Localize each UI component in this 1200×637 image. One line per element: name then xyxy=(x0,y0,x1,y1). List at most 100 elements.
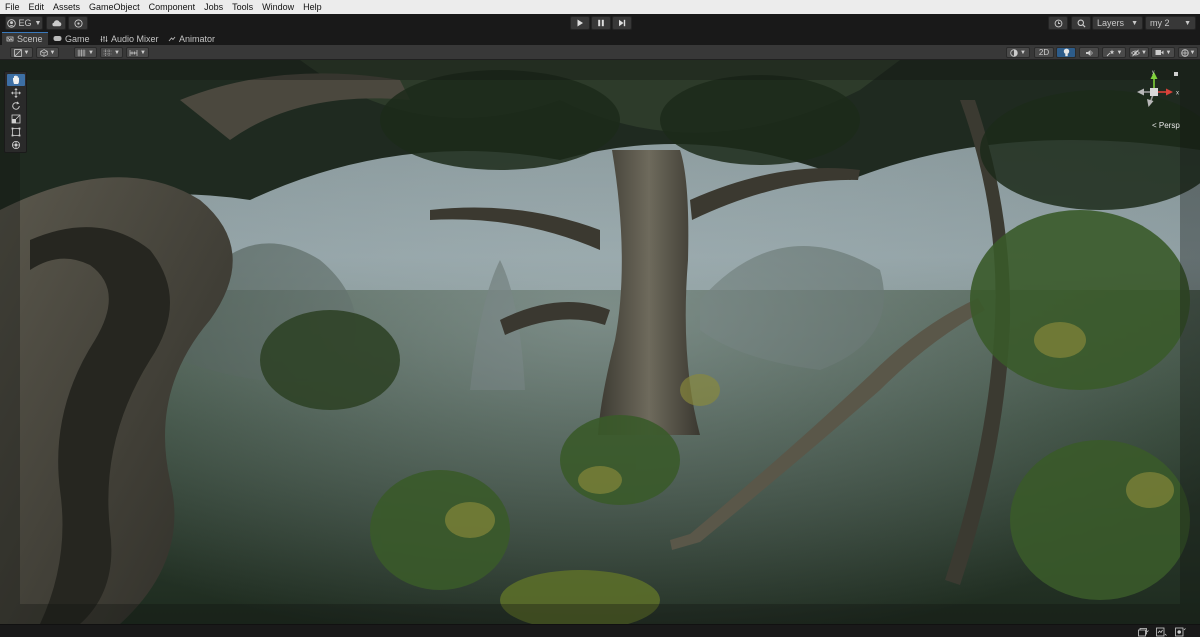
chevron-down-icon: ▼ xyxy=(23,49,30,56)
tab-animator[interactable]: Animator xyxy=(164,32,220,45)
gizmos-dropdown[interactable]: ▼ xyxy=(1178,47,1198,58)
tab-scene[interactable]: Scene xyxy=(2,32,48,45)
profiler-icon xyxy=(1156,627,1167,636)
orientation-gizmo[interactable]: y x xyxy=(1136,70,1186,122)
search-icon xyxy=(1077,19,1086,28)
cube-icon xyxy=(39,48,48,57)
shading-dropdown[interactable]: ▼ xyxy=(36,47,59,58)
pause-icon xyxy=(598,19,604,27)
history-button[interactable] xyxy=(1048,16,1068,30)
step-button[interactable] xyxy=(612,16,632,30)
search-button[interactable] xyxy=(1071,16,1091,30)
lightbulb-icon xyxy=(1063,48,1069,57)
collab-button[interactable] xyxy=(68,16,88,30)
status-bar xyxy=(0,624,1200,637)
menu-assets[interactable]: Assets xyxy=(53,0,80,14)
projection-toggle[interactable]: < Persp xyxy=(1152,121,1180,130)
render-mode-dropdown[interactable]: ▼ xyxy=(1006,47,1030,58)
scene-viewport[interactable] xyxy=(0,60,1200,624)
rotate-tool-button[interactable] xyxy=(7,100,25,112)
forest-scene-render xyxy=(0,60,1200,624)
shading-sphere-icon xyxy=(1010,48,1018,57)
rect-tool-icon xyxy=(11,127,21,137)
audio-mixer-icon xyxy=(100,35,108,43)
rect-tool-button[interactable] xyxy=(7,126,25,138)
play-button[interactable] xyxy=(570,16,590,30)
account-icon xyxy=(6,18,16,28)
scale-tool-button[interactable] xyxy=(7,113,25,125)
scene-toolbar: ▼ ▼ ▼ ▼ ▼ ▼ 2D ▼ ▼ ▼ ▼ xyxy=(0,45,1200,60)
history-icon xyxy=(1054,19,1062,27)
account-label: EG xyxy=(18,18,32,28)
hand-tool-icon xyxy=(12,75,19,84)
pause-button[interactable] xyxy=(591,16,611,30)
toggle-2d-button[interactable]: 2D xyxy=(1034,47,1054,58)
chevron-down-icon: ▼ xyxy=(140,49,146,56)
play-icon xyxy=(577,19,583,27)
tab-game[interactable]: Game xyxy=(49,32,95,45)
lighting-toggle[interactable] xyxy=(1056,47,1076,58)
menu-tools[interactable]: Tools xyxy=(232,0,253,14)
rotate-tool-icon xyxy=(12,101,20,110)
scale-tool-icon xyxy=(11,114,21,124)
tab-label: Audio Mixer xyxy=(111,33,159,44)
chevron-down-icon: ▼ xyxy=(1189,49,1196,56)
cloud-button[interactable] xyxy=(46,16,66,30)
network-indicator[interactable] xyxy=(1175,626,1186,637)
chevron-down-icon: ▼ xyxy=(34,19,42,27)
tab-label: Game xyxy=(65,33,90,44)
transform-tool-icon xyxy=(12,141,20,149)
tab-audio-mixer[interactable]: Audio Mixer xyxy=(96,32,164,45)
main-toolbar: EG ▼ Layers ▼ my 2 ▼ xyxy=(0,14,1200,32)
menu-window[interactable]: Window xyxy=(262,0,294,14)
chevron-down-icon: ▼ xyxy=(1165,49,1172,56)
layout-label: my 2 xyxy=(1150,18,1170,28)
tab-bar: Scene Game Audio Mixer Animator xyxy=(0,32,1200,45)
draw-mode-dropdown[interactable]: ▼ xyxy=(10,47,33,58)
snap-dropdown[interactable]: ▼ xyxy=(100,47,123,58)
move-tool-button[interactable] xyxy=(7,87,25,99)
layout-dropdown[interactable]: my 2 ▼ xyxy=(1145,16,1196,30)
camera-settings-dropdown[interactable]: ▼ xyxy=(1151,47,1175,58)
increment-snap-dropdown[interactable]: ▼ xyxy=(126,47,149,58)
cloud-icon xyxy=(51,20,61,27)
account-dropdown[interactable]: EG ▼ xyxy=(5,16,43,30)
chevron-down-icon: ▼ xyxy=(88,49,94,56)
grid-dropdown[interactable]: ▼ xyxy=(74,47,97,58)
network-icon xyxy=(1175,627,1186,636)
toggle-2d-label: 2D xyxy=(1038,48,1050,57)
axis-gizmo-icon: y x xyxy=(1137,70,1179,107)
menu-edit[interactable]: Edit xyxy=(29,0,45,14)
menu-component[interactable]: Component xyxy=(149,0,196,14)
ruler-icon xyxy=(129,49,138,56)
menu-file[interactable]: File xyxy=(5,0,20,14)
game-icon xyxy=(53,35,62,42)
collab-icon xyxy=(73,18,83,28)
hand-tool-button[interactable] xyxy=(7,74,25,86)
profiler-indicator[interactable] xyxy=(1156,626,1167,637)
menu-jobs[interactable]: Jobs xyxy=(204,0,223,14)
auto-generate-lighting-indicator[interactable] xyxy=(1138,626,1149,637)
menu-bar: File Edit Assets GameObject Component Jo… xyxy=(0,0,1200,14)
lock-icon xyxy=(1174,72,1178,76)
transform-tool-button[interactable] xyxy=(7,139,25,151)
effects-dropdown[interactable]: ▼ xyxy=(1102,47,1126,58)
eye-slash-icon xyxy=(1131,49,1141,56)
layers-dropdown[interactable]: Layers ▼ xyxy=(1092,16,1143,30)
chevron-down-icon: ▼ xyxy=(1020,49,1026,56)
speaker-icon xyxy=(1085,49,1092,56)
layers-label: Layers xyxy=(1097,18,1125,28)
snap-grid-icon xyxy=(103,49,112,56)
tab-label: Animator xyxy=(179,33,216,44)
audio-toggle[interactable] xyxy=(1079,47,1099,58)
bake-lighting-icon xyxy=(1138,627,1149,636)
chevron-down-icon: ▼ xyxy=(49,49,56,56)
menu-gameobject[interactable]: GameObject xyxy=(89,0,140,14)
draw-mode-icon xyxy=(13,48,22,57)
camera-icon xyxy=(1155,50,1164,55)
hidden-objects-toggle[interactable]: ▼ xyxy=(1129,47,1149,58)
chevron-down-icon: ▼ xyxy=(1116,49,1123,56)
chevron-down-icon: ▼ xyxy=(1184,19,1191,27)
animator-icon xyxy=(168,35,176,43)
menu-help[interactable]: Help xyxy=(303,0,322,14)
